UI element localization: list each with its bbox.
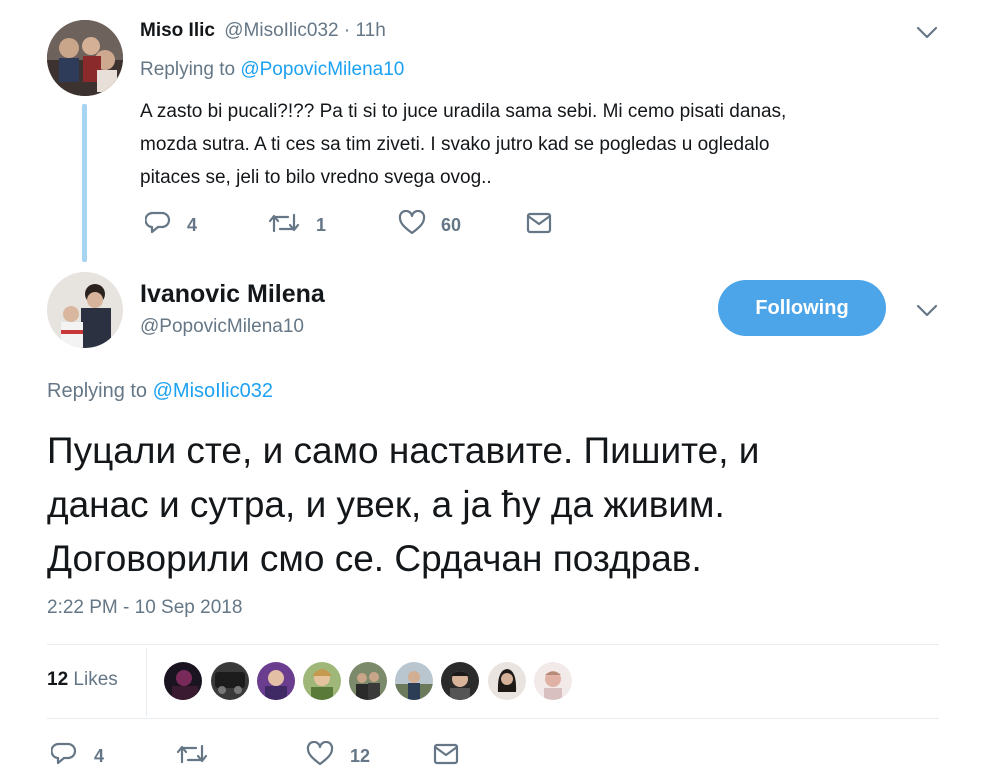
liker-avatar[interactable] [534,662,572,700]
replying-to-link[interactable]: @PopovicMilena10 [240,59,404,80]
avatar-photo [47,20,123,96]
liker-avatar[interactable] [164,662,202,700]
reply-icon[interactable] [51,741,77,767]
retweet-icon[interactable] [176,742,208,766]
heart-icon[interactable] [306,741,334,767]
retweet-count: 1 [316,215,327,235]
replying-to: Replying to @MisoIlic032 [47,380,273,403]
envelope-icon[interactable] [433,742,459,766]
tweet-time[interactable]: 11h [355,20,385,41]
tweet-text: A zasto bi pucali?!?? Pa ti si to juce u… [140,95,786,194]
replying-to-label: Replying to [140,59,236,80]
like-count: 12 [350,746,371,766]
tweet-text-line: Договорили смо се. Срдачан поздрав. [47,538,702,579]
divider [47,718,939,719]
likes-count: 12 [47,669,69,690]
reply-icon[interactable] [145,210,171,236]
tweet-text-line: Пуцали сте, и само наставите. Пишите, и [47,430,760,471]
divider [47,644,939,645]
liker-avatar[interactable] [303,662,341,700]
avatar[interactable] [47,20,123,96]
thread-connector-line [82,104,87,262]
display-name[interactable]: Ivanovic Milena [140,280,325,309]
liker-avatar[interactable] [395,662,433,700]
replying-to: Replying to @PopovicMilena10 [140,59,404,81]
following-button[interactable]: Following [718,280,886,336]
likes-divider [146,648,147,716]
display-name[interactable]: Miso Ilic [140,20,215,41]
user-handle[interactable]: @MisoIlic032 [224,20,338,41]
likes-summary[interactable]: 12 Likes [47,669,118,691]
heart-icon[interactable] [398,210,426,236]
chevron-down-icon[interactable] [916,26,938,40]
avatar-photo [47,272,123,348]
tweet-text: Пуцали сте, и само наставите. Пишите, и … [47,424,759,586]
liker-avatar[interactable] [441,662,479,700]
liker-avatar[interactable] [257,662,295,700]
replying-to-label: Replying to [47,380,148,402]
avatar[interactable] [47,272,123,348]
tweet-text-line: A zasto bi pucali?!?? Pa ti si to juce u… [140,101,787,122]
liker-avatar[interactable] [349,662,387,700]
tweet-timestamp[interactable]: 2:22 PM - 10 Sep 2018 [47,597,242,619]
reply-count: 4 [94,746,105,766]
tweet-text-line: данас и сутра, и увек, а ја ћу да живим. [47,484,725,525]
reply-count: 4 [187,215,198,235]
dot-separator: · [343,20,351,41]
user-handle[interactable]: @PopovicMilena10 [140,316,304,338]
envelope-icon[interactable] [526,211,552,235]
likes-label: Likes [73,669,118,690]
chevron-down-icon[interactable] [916,304,938,318]
retweet-icon[interactable] [268,211,300,235]
liker-avatar[interactable] [211,662,249,700]
liker-avatar[interactable] [488,662,526,700]
tweet-text-line: pitaces se, jeli to bilo vredno svega ov… [140,167,492,188]
tweet-text-line: mozda sutra. A ti ces sa tim ziveti. I s… [140,134,770,155]
replying-to-link[interactable]: @MisoIlic032 [153,380,273,402]
like-count: 60 [441,215,462,235]
